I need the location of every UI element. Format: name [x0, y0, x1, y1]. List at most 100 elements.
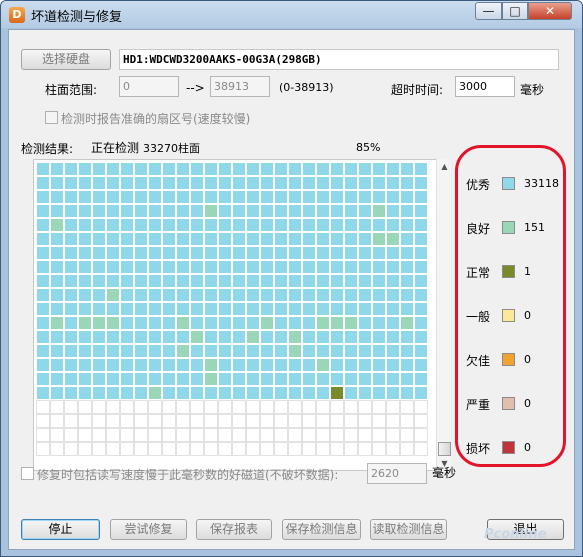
cylinder-cell	[274, 274, 288, 288]
minimize-button[interactable]: —	[475, 2, 502, 20]
cylinder-cell	[232, 288, 246, 302]
cylinder-cell	[162, 302, 176, 316]
cylinder-cell	[120, 400, 134, 414]
cylinder-cell	[274, 428, 288, 442]
timeout-input[interactable]: 3000	[455, 76, 515, 97]
maximize-button[interactable]: □	[502, 2, 528, 20]
cylinder-cell	[106, 288, 120, 302]
legend-count: 33118	[524, 177, 559, 190]
repair-slow-checkbox[interactable]	[21, 467, 34, 480]
cylinder-cell	[106, 260, 120, 274]
cylinder-cell	[218, 428, 232, 442]
cylinder-cell	[148, 288, 162, 302]
cylinder-cell	[358, 372, 372, 386]
cylinder-cell	[134, 218, 148, 232]
cylinder-cell	[400, 288, 414, 302]
cylinder-cell	[344, 302, 358, 316]
cylinder-cell	[260, 204, 274, 218]
report-sector-checkbox[interactable]	[45, 111, 58, 124]
range-to-input[interactable]: 38913	[210, 76, 270, 97]
cylinder-cell	[232, 218, 246, 232]
cylinder-cell	[36, 260, 50, 274]
cylinder-cell	[50, 414, 64, 428]
scroll-thumb[interactable]	[438, 442, 451, 456]
try-repair-button[interactable]: 尝试修复	[110, 519, 187, 540]
cylinder-cell	[288, 358, 302, 372]
cylinder-cell	[176, 176, 190, 190]
cylinder-cell	[330, 288, 344, 302]
cylinder-cell	[106, 414, 120, 428]
cylinder-cell	[400, 204, 414, 218]
repair-slow-input[interactable]: 2620	[367, 463, 427, 484]
cylinder-cell	[372, 344, 386, 358]
cylinder-cell	[36, 288, 50, 302]
cylinder-cell	[246, 442, 260, 456]
cylinder-cell	[386, 330, 400, 344]
cylinder-cell	[176, 442, 190, 456]
cylinder-cell	[274, 260, 288, 274]
load-info-button[interactable]: 读取检测信息	[370, 519, 447, 540]
cylinder-cell	[302, 218, 316, 232]
save-info-button[interactable]: 保存检测信息	[282, 519, 361, 540]
legend-label: 优秀	[466, 178, 491, 192]
cylinder-cell	[218, 344, 232, 358]
select-disk-button[interactable]: 选择硬盘	[21, 49, 111, 70]
cylinder-cell	[232, 162, 246, 176]
cylinder-cell	[260, 330, 274, 344]
cylinder-cell	[218, 414, 232, 428]
cylinder-cell	[260, 288, 274, 302]
legend-swatch	[502, 353, 515, 366]
cylinder-cell	[246, 414, 260, 428]
cylinder-cell	[232, 442, 246, 456]
cylinder-cell	[106, 386, 120, 400]
save-report-button[interactable]: 保存报表	[196, 519, 272, 540]
cylinder-cell	[246, 316, 260, 330]
cylinder-cell	[358, 442, 372, 456]
cylinder-cell	[120, 246, 134, 260]
cylinder-cell	[50, 316, 64, 330]
cylinder-cell	[400, 176, 414, 190]
cylinder-cell	[414, 274, 428, 288]
cylinder-cell	[344, 372, 358, 386]
cylinder-cell	[330, 414, 344, 428]
cylinder-cell	[316, 442, 330, 456]
cylinder-cell	[134, 414, 148, 428]
cylinder-cell	[120, 442, 134, 456]
cylinder-cell	[274, 442, 288, 456]
cylinder-cell	[232, 414, 246, 428]
cylinder-cell	[134, 428, 148, 442]
cylinder-cell	[372, 400, 386, 414]
cylinder-cell	[288, 386, 302, 400]
stop-button[interactable]: 停止	[21, 519, 100, 540]
cylinder-cell	[316, 176, 330, 190]
range-from-input[interactable]: 0	[119, 76, 179, 97]
cylinder-cell	[232, 400, 246, 414]
cylinder-cell	[218, 260, 232, 274]
cylinder-cell	[36, 386, 50, 400]
cylinder-cell	[316, 204, 330, 218]
cylinder-cell	[204, 204, 218, 218]
close-button[interactable]: ✕	[528, 2, 572, 20]
cylinder-cell	[176, 204, 190, 218]
cylinder-cell	[330, 358, 344, 372]
cylinder-cell	[204, 176, 218, 190]
legend-swatch	[502, 177, 515, 190]
cylinder-cell	[400, 372, 414, 386]
scroll-up-arrow-icon[interactable]: ▲	[437, 159, 452, 174]
cylinder-cell	[260, 162, 274, 176]
cylinder-cell	[260, 316, 274, 330]
cylinder-cell	[302, 442, 316, 456]
cylinder-grid	[36, 162, 428, 456]
title-bar[interactable]: D 坏道检测与修复 — □ ✕	[1, 1, 582, 28]
cylinder-cell	[148, 204, 162, 218]
cylinder-cell	[414, 190, 428, 204]
cylinder-cell	[36, 442, 50, 456]
cylinder-cell	[50, 162, 64, 176]
cylinder-cell	[120, 316, 134, 330]
cylinder-cell	[64, 190, 78, 204]
cylinder-cell	[78, 232, 92, 246]
cylinder-cell	[176, 344, 190, 358]
grid-scrollbar[interactable]: ▲ ▼	[436, 159, 451, 471]
legend-swatch	[502, 265, 515, 278]
cylinder-cell	[204, 316, 218, 330]
